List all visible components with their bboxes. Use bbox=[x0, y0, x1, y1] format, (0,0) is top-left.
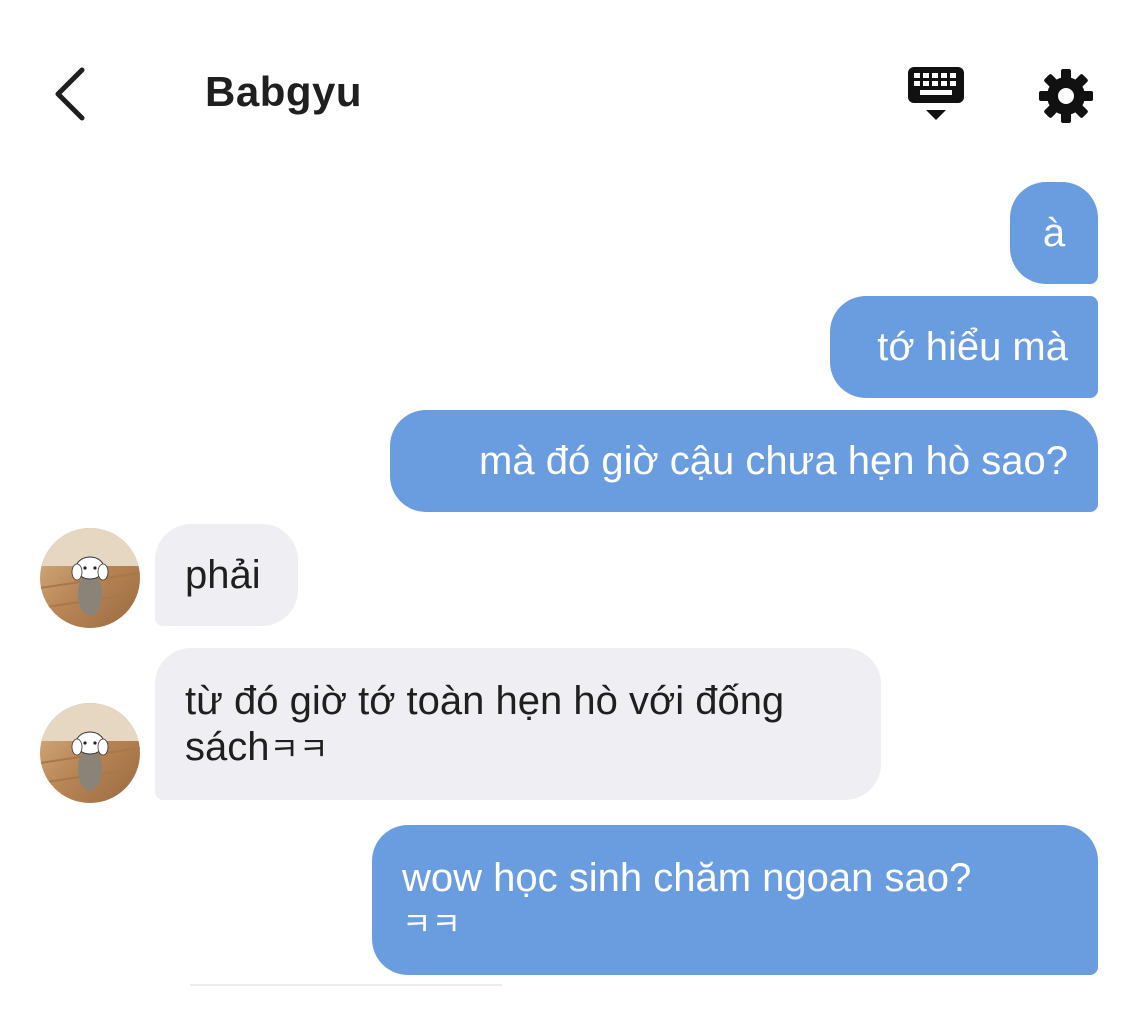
keyboard-hide-icon bbox=[908, 67, 964, 120]
input-divider bbox=[190, 984, 502, 986]
cat-avatar-image bbox=[40, 703, 140, 803]
cat-avatar-image bbox=[40, 528, 140, 628]
settings-button[interactable] bbox=[1032, 62, 1100, 130]
message-text: tớ hiểu mà bbox=[877, 325, 1068, 369]
outgoing-message[interactable]: tớ hiểu mà bbox=[830, 296, 1098, 398]
keyboard-toggle-button[interactable] bbox=[902, 62, 970, 126]
message-text-word: sách bbox=[185, 725, 270, 769]
outgoing-message[interactable]: à bbox=[1010, 182, 1098, 284]
chat-title: Babgyu bbox=[205, 68, 363, 115]
incoming-message[interactable]: phải bbox=[155, 524, 298, 626]
incoming-message[interactable]: từ đó giờ tớ toàn hẹn hò với đống sáchㅋㅋ bbox=[155, 648, 881, 800]
laugh-suffix: ㅋㅋ bbox=[269, 731, 329, 767]
gear-icon bbox=[1039, 69, 1093, 123]
message-text: mà đó giờ cậu chưa hẹn hò sao? bbox=[479, 439, 1068, 483]
chat-header: Babgyu bbox=[0, 0, 1141, 170]
back-button[interactable] bbox=[38, 62, 102, 126]
outgoing-message[interactable]: wow học sinh chăm ngoan sao? ㅋㅋ bbox=[372, 825, 1098, 975]
chat-screen: Babgyu à tớ hiểu mà mà đó giờ cậu chưa h… bbox=[0, 0, 1141, 1009]
laugh-suffix: ㅋㅋ bbox=[402, 906, 461, 942]
message-text-line1: từ đó giờ tớ toàn hẹn hò với đống bbox=[185, 679, 785, 723]
message-text-line2: sáchㅋㅋ bbox=[185, 724, 851, 772]
contact-avatar[interactable] bbox=[40, 703, 140, 803]
message-text-line1: wow học sinh chăm ngoan sao? bbox=[402, 856, 972, 900]
outgoing-message[interactable]: mà đó giờ cậu chưa hẹn hò sao? bbox=[390, 410, 1098, 512]
message-text: phải bbox=[185, 553, 261, 597]
contact-avatar[interactable] bbox=[40, 528, 140, 628]
chevron-left-icon bbox=[55, 67, 85, 121]
message-text: à bbox=[1042, 211, 1066, 255]
